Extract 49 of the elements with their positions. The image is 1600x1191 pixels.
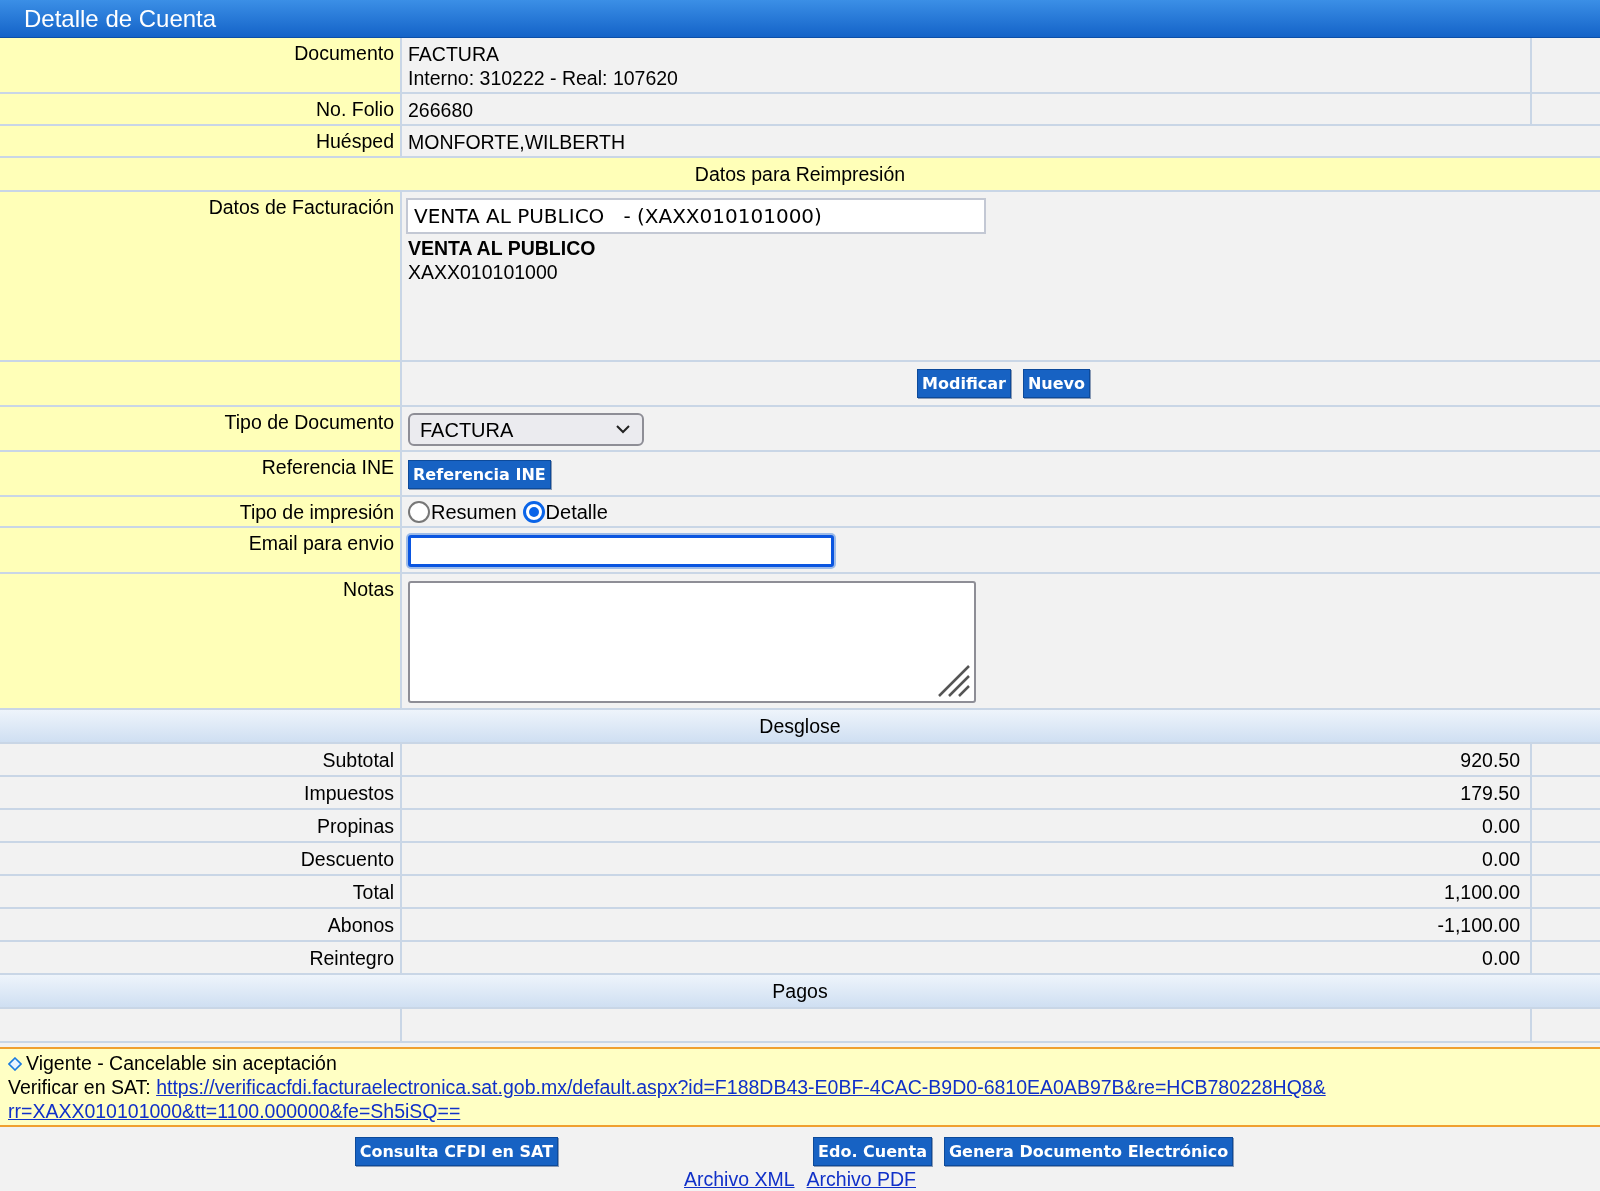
field-label: Email para envio <box>0 528 402 572</box>
file-link[interactable]: Archivo PDF <box>806 1168 916 1191</box>
verification-link[interactable]: https://verificacfdi.facturaelectronica.sat.gob.mx/default.aspx?id=F188DB43-E0BF-4CAC-B9D0-6810EA0AB97B&re=HCB780228HQ8& <box>156 1076 1326 1098</box>
amount-value: -1,100.00 <box>1436 913 1521 938</box>
verify-label: Verificar en SAT: <box>8 1076 151 1098</box>
tax-id: XAXX010101000 <box>408 260 558 284</box>
section-heading: Pagos <box>0 975 1600 1009</box>
amount-value: 1,100.00 <box>1443 880 1521 905</box>
field-label: Referencia INE <box>0 452 402 495</box>
field-value: 266680 <box>408 98 474 122</box>
action-button[interactable]: Nuevo <box>1022 369 1090 398</box>
field-label: Notas <box>0 574 402 708</box>
section-heading: Datos para Reimpresión <box>0 158 1600 192</box>
action-button[interactable]: Genera Documento Electrónico <box>943 1137 1234 1166</box>
verification-link[interactable]: rr=XAXX010101000&tt=1100.000000&fe=Sh5iSQ== <box>8 1100 461 1122</box>
field-label: Huésped <box>0 126 402 156</box>
window-title: Detalle de Cuenta <box>0 0 1600 38</box>
field-value: MONFORTE,WILBERTH <box>408 130 626 154</box>
resize-grip-icon[interactable] <box>937 664 971 698</box>
radio-button[interactable] <box>408 501 430 523</box>
radio-label[interactable]: Resumen <box>431 500 517 524</box>
amount-value: 0.00 <box>1481 946 1521 971</box>
radio-label[interactable]: Detalle <box>545 500 608 524</box>
document-type-dropdown[interactable]: FACTURA <box>408 413 644 446</box>
field-label: Tipo de Documento <box>0 407 402 450</box>
chevron-down-icon <box>616 425 630 434</box>
amount-value: 0.00 <box>1481 814 1521 839</box>
action-button[interactable]: Modificar <box>917 369 1011 398</box>
field-value: Interno: 310222 - Real: 107620 <box>408 66 678 90</box>
field-label: Datos de Facturación <box>0 192 402 360</box>
notes-field[interactable] <box>408 581 976 703</box>
action-button[interactable]: Edo. Cuenta <box>813 1137 932 1166</box>
customer-name: VENTA AL PUBLICO <box>408 236 596 260</box>
amount-value: 179.50 <box>1459 781 1521 806</box>
file-link[interactable]: Archivo XML <box>684 1168 795 1191</box>
email-field[interactable] <box>408 535 834 567</box>
field-label: No. Folio <box>0 94 402 124</box>
status-text: Vigente - Cancelable sin aceptación <box>26 1052 337 1074</box>
field-label: Documento <box>0 38 402 92</box>
field-value: FACTURA <box>408 42 499 66</box>
diamond-icon <box>8 1057 22 1071</box>
billing-field[interactable]: VENTA AL PUBLICO - (XAXX010101000) <box>406 198 986 234</box>
action-button[interactable]: Consulta CFDI en SAT <box>354 1137 559 1166</box>
ine-button[interactable]: Referencia INE <box>408 460 551 489</box>
amount-value: 920.50 <box>1459 748 1521 773</box>
radio-button[interactable] <box>522 501 545 523</box>
section-heading: Desglose <box>0 710 1600 744</box>
amount-value: 0.00 <box>1481 847 1521 872</box>
field-label: Tipo de impresión <box>0 497 402 526</box>
